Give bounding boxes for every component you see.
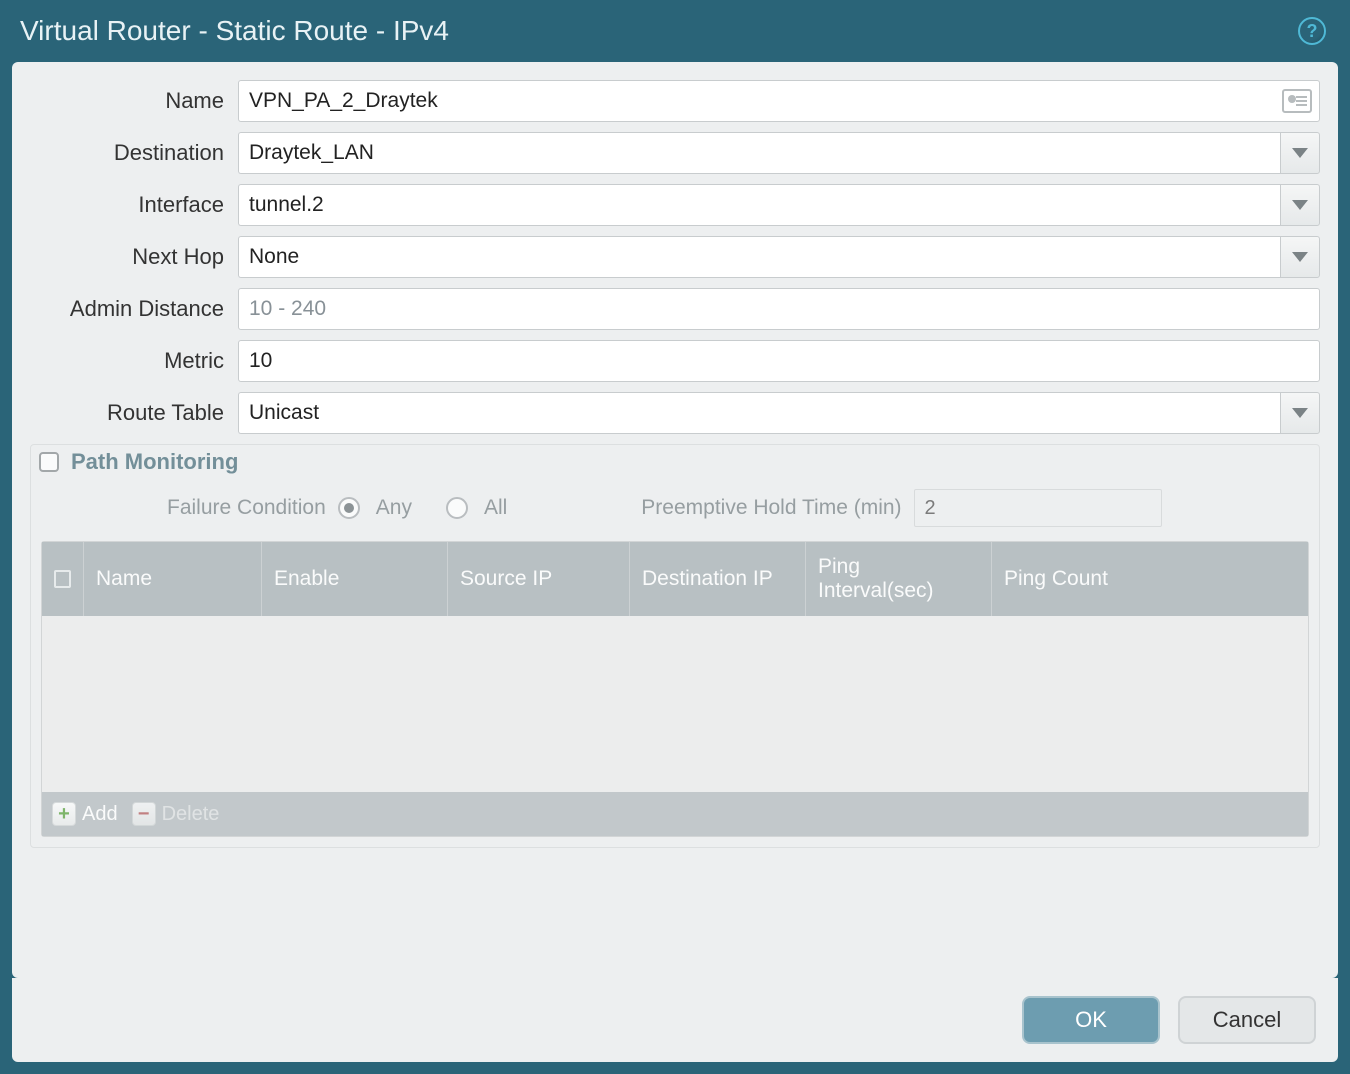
chevron-down-icon <box>1292 148 1308 158</box>
interface-dropdown-button[interactable] <box>1280 184 1320 226</box>
footer: OK Cancel <box>12 978 1338 1062</box>
footer-wrap: OK Cancel <box>12 978 1338 1062</box>
delete-button[interactable]: − Delete <box>132 802 220 826</box>
row-admindist: Admin Distance <box>30 288 1320 330</box>
chevron-down-icon <box>1292 252 1308 262</box>
dialog: Virtual Router - Static Route - IPv4 ? N… <box>0 0 1350 1074</box>
help-icon[interactable]: ? <box>1298 17 1326 45</box>
admindist-input[interactable] <box>238 288 1320 330</box>
routetable-dropdown-button[interactable] <box>1280 392 1320 434</box>
field-routetable <box>238 392 1320 434</box>
path-monitoring-legend: Path Monitoring <box>39 443 1309 481</box>
interface-select[interactable] <box>238 184 1280 226</box>
header-checkbox-cell <box>42 542 84 616</box>
cancel-button[interactable]: Cancel <box>1178 996 1316 1044</box>
row-metric: Metric <box>30 340 1320 382</box>
label-admindist: Admin Distance <box>30 296 238 322</box>
preemptive-label: Preemptive Hold Time (min) <box>641 496 901 520</box>
row-name: Name <box>30 80 1320 122</box>
label-metric: Metric <box>30 348 238 374</box>
select-all-checkbox[interactable] <box>54 570 71 588</box>
path-monitoring-options: Failure Condition Any All Preemptive Hol… <box>41 483 1309 541</box>
header-source-ip[interactable]: Source IP <box>448 542 630 616</box>
row-nexthop: Next Hop <box>30 236 1320 278</box>
monitor-grid: Name Enable Source IP Destination IP Pin… <box>41 541 1309 837</box>
field-nexthop <box>238 236 1320 278</box>
field-name <box>238 80 1320 122</box>
titlebar: Virtual Router - Static Route - IPv4 ? <box>0 0 1350 62</box>
chevron-down-icon <box>1292 200 1308 210</box>
name-input[interactable] <box>238 80 1320 122</box>
dialog-title: Virtual Router - Static Route - IPv4 <box>20 15 449 47</box>
label-interface: Interface <box>30 192 238 218</box>
label-destination: Destination <box>30 140 238 166</box>
header-destination-ip[interactable]: Destination IP <box>630 542 806 616</box>
preemptive-input[interactable] <box>914 489 1162 527</box>
path-monitoring-checkbox[interactable] <box>39 452 59 472</box>
row-destination: Destination <box>30 132 1320 174</box>
path-monitoring-section: Path Monitoring Failure Condition Any Al… <box>30 444 1320 848</box>
delete-label: Delete <box>162 803 220 826</box>
field-metric <box>238 340 1320 382</box>
radio-any-label: Any <box>376 496 412 520</box>
label-name: Name <box>30 88 238 114</box>
path-monitoring-label: Path Monitoring <box>71 449 238 475</box>
field-destination <box>238 132 1320 174</box>
add-label: Add <box>82 803 118 826</box>
grid-body <box>42 616 1308 792</box>
metric-input[interactable] <box>238 340 1320 382</box>
nexthop-select[interactable] <box>238 236 1280 278</box>
row-routetable: Route Table <box>30 392 1320 434</box>
add-button[interactable]: + Add <box>52 802 118 826</box>
routetable-select[interactable] <box>238 392 1280 434</box>
header-name[interactable]: Name <box>84 542 262 616</box>
destination-dropdown-button[interactable] <box>1280 132 1320 174</box>
minus-icon: − <box>132 802 156 826</box>
ok-button[interactable]: OK <box>1022 996 1160 1044</box>
dialog-body: Name Destination Interface <box>12 62 1338 978</box>
label-nexthop: Next Hop <box>30 244 238 270</box>
radio-any[interactable] <box>338 497 360 519</box>
nexthop-dropdown-button[interactable] <box>1280 236 1320 278</box>
grid-header: Name Enable Source IP Destination IP Pin… <box>42 542 1308 616</box>
header-ping-interval[interactable]: Ping Interval(sec) <box>806 542 992 616</box>
row-interface: Interface <box>30 184 1320 226</box>
chevron-down-icon <box>1292 408 1308 418</box>
field-admindist <box>238 288 1320 330</box>
id-badge-icon <box>1282 89 1312 113</box>
header-enable[interactable]: Enable <box>262 542 448 616</box>
destination-select[interactable] <box>238 132 1280 174</box>
label-routetable: Route Table <box>30 400 238 426</box>
radio-all[interactable] <box>446 497 468 519</box>
radio-all-label: All <box>484 496 507 520</box>
plus-icon: + <box>52 802 76 826</box>
failure-condition-label: Failure Condition <box>167 496 326 520</box>
header-ping-count[interactable]: Ping Count <box>992 542 1308 616</box>
field-interface <box>238 184 1320 226</box>
grid-footer: + Add − Delete <box>42 792 1308 836</box>
